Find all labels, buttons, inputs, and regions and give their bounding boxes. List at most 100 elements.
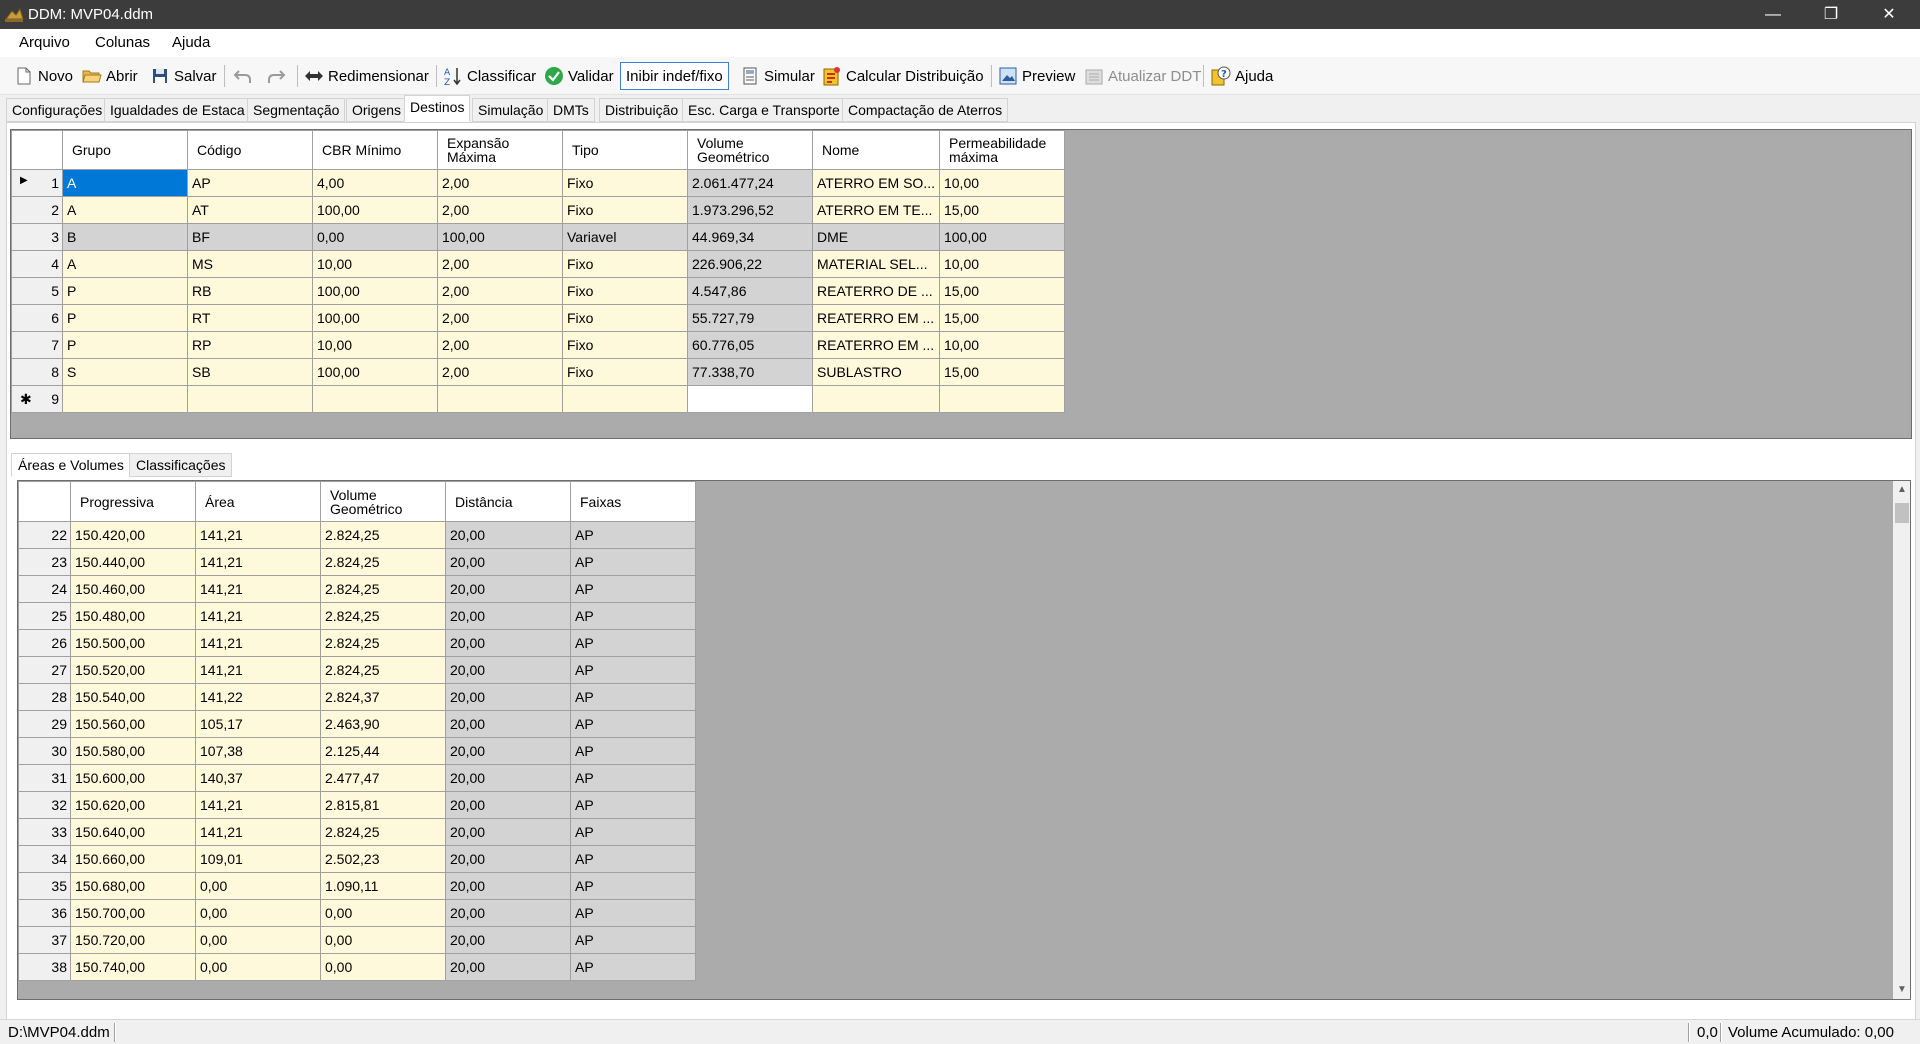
areas-cell[interactable]: AP xyxy=(570,548,696,576)
areas-cell[interactable]: 0,00 xyxy=(195,953,321,981)
tab-dmts[interactable]: DMTs xyxy=(547,98,595,122)
destinos-cell[interactable]: 15,00 xyxy=(938,196,1065,224)
areas-cell[interactable]: 0,00 xyxy=(320,899,446,927)
areas-cell[interactable]: 2.477,47 xyxy=(320,764,446,792)
areas-cell[interactable]: AP xyxy=(570,953,696,981)
areas-cell[interactable]: 0,00 xyxy=(320,926,446,954)
row-header[interactable]: 32 xyxy=(18,791,71,819)
destinos-cell[interactable]: 0,00 xyxy=(312,223,438,251)
destinos-cell[interactable]: 55.727,79 xyxy=(687,304,813,332)
destinos-cell[interactable]: 15,00 xyxy=(938,358,1065,386)
areas-cell[interactable]: 2.502,23 xyxy=(320,845,446,873)
col-header-expansao-maxima[interactable]: Expansão Máxima xyxy=(437,130,563,170)
destinos-cell[interactable]: A xyxy=(62,250,188,278)
destinos-row[interactable]: 2 A AT 100,00 2,00 Fixo 1.973.296,52 ATERRO EM … xyxy=(11,196,1065,224)
areas-cell[interactable]: 20,00 xyxy=(445,575,571,603)
areas-cell[interactable]: AP xyxy=(570,629,696,657)
areas-cell[interactable]: 150.660,00 xyxy=(70,845,196,873)
destinos-cell[interactable]: RP xyxy=(187,331,313,359)
areas-cell[interactable]: 20,00 xyxy=(445,899,571,927)
destinos-cell[interactable]: 2,00 xyxy=(437,304,563,332)
vertical-scrollbar[interactable]: ▲ ▼ xyxy=(1893,481,1910,999)
areas-cell[interactable]: 2.824,25 xyxy=(320,629,446,657)
calcular-distribuicao-button[interactable]: Calcular Distribuição xyxy=(822,62,984,90)
destinos-cell[interactable]: ATERRO EM SO... xyxy=(812,169,940,197)
inibir-indef-fixo-button[interactable]: Inibir indef/fixo xyxy=(620,62,729,90)
close-button[interactable]: ✕ xyxy=(1860,0,1918,29)
areas-cell[interactable]: AP xyxy=(570,872,696,900)
destinos-cell[interactable]: Variavel xyxy=(562,223,688,251)
row-header[interactable]: 7 xyxy=(11,331,63,359)
tab-distribuicao[interactable]: Distribuição xyxy=(599,98,685,122)
areas-cell[interactable]: 0,00 xyxy=(195,872,321,900)
destinos-cell[interactable] xyxy=(187,385,313,413)
areas-cell[interactable]: AP xyxy=(570,791,696,819)
areas-cell[interactable]: 150.640,00 xyxy=(70,818,196,846)
areas-cell[interactable]: 141,21 xyxy=(195,629,321,657)
destinos-cell[interactable]: 2.061.477,24 xyxy=(687,169,813,197)
destinos-cell[interactable]: AT xyxy=(187,196,313,224)
destinos-cell[interactable]: P xyxy=(62,277,188,305)
areas-cell[interactable]: 150.700,00 xyxy=(70,899,196,927)
row-header[interactable]: 37 xyxy=(18,926,71,954)
destinos-row[interactable]: 5 P RB 100,00 2,00 Fixo 4.547,86 REATERRO DE ..… xyxy=(11,277,1065,305)
destinos-cell[interactable]: 10,00 xyxy=(938,331,1065,359)
destinos-cell[interactable] xyxy=(562,385,688,413)
col-header-tipo[interactable]: Tipo xyxy=(562,130,688,170)
simular-button[interactable]: Simular xyxy=(740,62,815,90)
areas-row[interactable]: 24 150.460,00 141,21 2.824,25 20,00 AP xyxy=(18,575,696,603)
tab-segmentacao[interactable]: Segmentação xyxy=(247,98,346,122)
destinos-cell[interactable]: 10,00 xyxy=(312,250,438,278)
areas-cell[interactable]: 150.500,00 xyxy=(70,629,196,657)
restore-button[interactable]: ❐ xyxy=(1802,0,1860,29)
areas-row[interactable]: 26 150.500,00 141,21 2.824,25 20,00 AP xyxy=(18,629,696,657)
row-header[interactable]: 5 xyxy=(11,277,63,305)
areas-cell[interactable]: 150.600,00 xyxy=(70,764,196,792)
destinos-cell[interactable]: Fixo xyxy=(562,196,688,224)
destinos-cell[interactable]: SB xyxy=(187,358,313,386)
destinos-cell[interactable]: REATERRO DE ... xyxy=(812,277,940,305)
destinos-row[interactable]: ▶ 1 A AP 4,00 2,00 Fixo 2.061.477,24 ATERRO EM S… xyxy=(11,169,1065,197)
destinos-cell[interactable]: 77.338,70 xyxy=(687,358,813,386)
areas-cell[interactable]: 20,00 xyxy=(445,521,571,549)
areas-cell[interactable]: 150.460,00 xyxy=(70,575,196,603)
preview-button[interactable]: Preview xyxy=(998,62,1075,90)
areas-cell[interactable]: 20,00 xyxy=(445,656,571,684)
destinos-row[interactable]: 6 P RT 100,00 2,00 Fixo 55.727,79 REATERRO EM .… xyxy=(11,304,1065,332)
destinos-cell[interactable]: 44.969,34 xyxy=(687,223,813,251)
destinos-cell[interactable]: 100,00 xyxy=(312,196,438,224)
areas-row[interactable]: 34 150.660,00 109,01 2.502,23 20,00 AP xyxy=(18,845,696,873)
destinos-cell[interactable]: BF xyxy=(187,223,313,251)
redo-button[interactable] xyxy=(266,62,290,90)
col-header-cbr-minimo[interactable]: CBR Mínimo xyxy=(312,130,438,170)
areas-cell[interactable]: AP xyxy=(570,710,696,738)
destinos-cell[interactable]: AP xyxy=(187,169,313,197)
tab-origens[interactable]: Origens xyxy=(346,98,408,122)
destinos-new-row[interactable]: ✱ 9 xyxy=(11,385,1065,413)
areas-row[interactable]: 23 150.440,00 141,21 2.824,25 20,00 AP xyxy=(18,548,696,576)
col-header-faixas[interactable]: Faixas xyxy=(570,481,696,522)
classificar-button[interactable]: AZ Classificar xyxy=(443,62,536,90)
areas-cell[interactable]: 2.824,25 xyxy=(320,818,446,846)
tab-igualdades-de-estaca[interactable]: Igualdades de Estaca xyxy=(104,98,251,122)
areas-cell[interactable]: AP xyxy=(570,656,696,684)
areas-row[interactable]: 37 150.720,00 0,00 0,00 20,00 AP xyxy=(18,926,696,954)
destinos-cell[interactable]: 15,00 xyxy=(938,304,1065,332)
areas-cell[interactable]: 150.680,00 xyxy=(70,872,196,900)
destinos-cell[interactable]: S xyxy=(62,358,188,386)
col-header-volume-geometrico[interactable]: Volume Geométrico xyxy=(320,481,446,522)
destinos-cell[interactable]: 2,00 xyxy=(437,196,563,224)
destinos-cell[interactable]: 10,00 xyxy=(312,331,438,359)
areas-cell[interactable]: 2.125,44 xyxy=(320,737,446,765)
destinos-cell[interactable]: 4,00 xyxy=(312,169,438,197)
areas-cell[interactable]: 141,21 xyxy=(195,575,321,603)
destinos-cell[interactable]: 2,00 xyxy=(437,331,563,359)
minimize-button[interactable]: — xyxy=(1744,0,1802,29)
row-header[interactable]: 8 xyxy=(11,358,63,386)
ajuda-button[interactable]: ? Ajuda xyxy=(1211,62,1273,90)
areas-cell[interactable]: 2.824,25 xyxy=(320,656,446,684)
row-header[interactable]: 30 xyxy=(18,737,71,765)
scroll-up-arrow-icon[interactable]: ▲ xyxy=(1893,481,1910,499)
areas-row[interactable]: 22 150.420,00 141,21 2.824,25 20,00 AP xyxy=(18,521,696,549)
destinos-cell[interactable]: Fixo xyxy=(562,331,688,359)
